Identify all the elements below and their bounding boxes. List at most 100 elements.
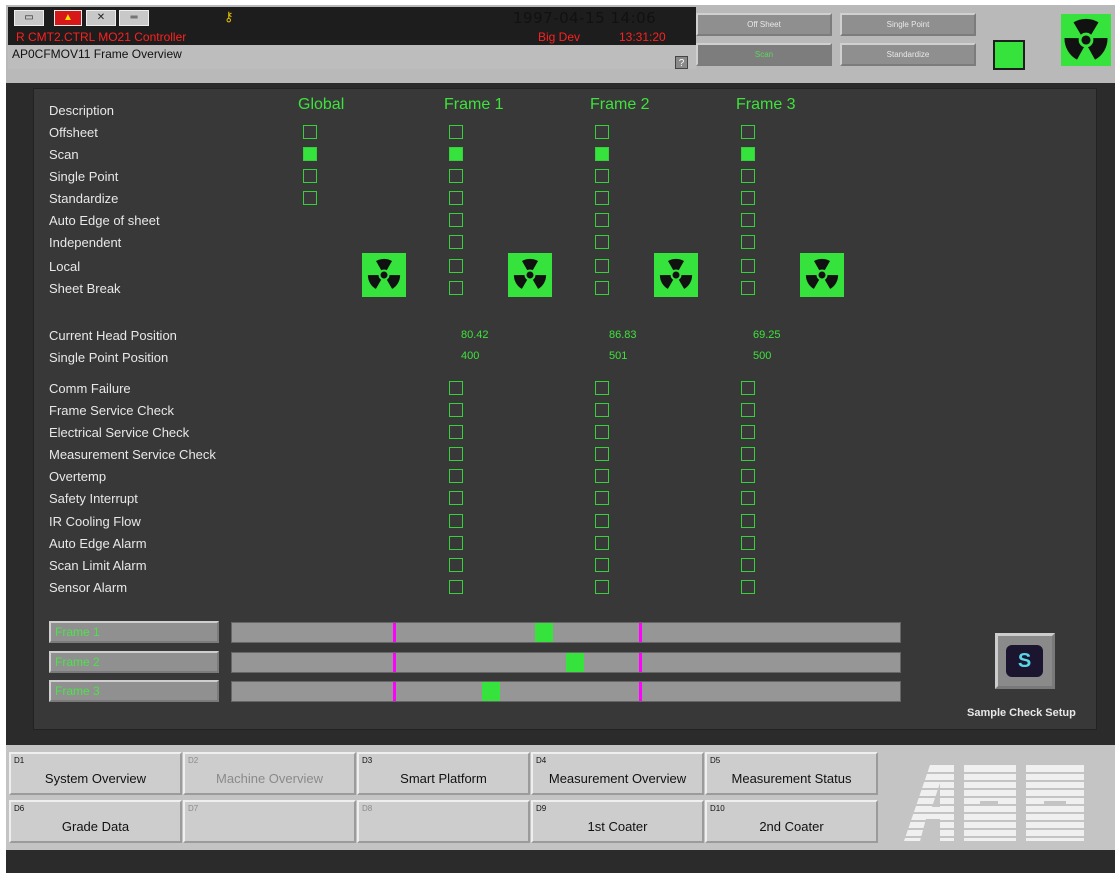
head-position-marker[interactable] (482, 682, 500, 701)
scan-button[interactable]: Scan (696, 43, 832, 66)
alarm-warning-icon[interactable]: ▲ (54, 10, 82, 26)
frame1-button[interactable]: Frame 1 (49, 621, 219, 643)
frame2-track (231, 652, 901, 673)
frame2-indicator (595, 147, 609, 161)
row-label-scan-limit: Scan Limit Alarm (49, 558, 147, 573)
row-label-offsheet: Offsheet (49, 125, 98, 140)
frame1-indicator (449, 491, 463, 505)
nav-machine-overview[interactable]: D2 Machine Overview (183, 752, 356, 795)
edge-marker (639, 653, 642, 672)
ack-icon[interactable]: ═ (119, 10, 149, 26)
nav-key: D4 (536, 756, 547, 765)
nav-system-overview[interactable]: D1 System Overview (9, 752, 182, 795)
global-offsheet-indicator (303, 125, 317, 139)
nav-key: D7 (188, 804, 199, 813)
nav-smart-platform[interactable]: D3 Smart Platform (357, 752, 530, 795)
key-icon[interactable]: ⚷ (224, 9, 234, 25)
edge-marker (639, 682, 642, 701)
nav-measurement-overview[interactable]: D4 Measurement Overview (531, 752, 704, 795)
radiation-icon (1061, 14, 1111, 66)
global-single-point-indicator (303, 169, 317, 183)
column-header-frame2: Frame 2 (590, 96, 650, 113)
row-label-current-head: Current Head Position (49, 328, 177, 343)
frame2-indicator (595, 425, 609, 439)
edge-marker (393, 682, 396, 701)
row-label-overtemp: Overtemp (49, 469, 107, 484)
frame3-indicator (741, 580, 755, 594)
frame1-indicator (449, 169, 463, 183)
row-label-electrical-service: Electrical Service Check (49, 425, 190, 440)
frame1-indicator (449, 447, 463, 461)
frame3-indicator (741, 147, 755, 161)
frame3-indicator (741, 235, 755, 249)
edge-marker (393, 623, 396, 642)
row-label-independent: Independent (49, 235, 122, 250)
frame2-indicator (595, 191, 609, 205)
radiation-icon (800, 253, 844, 297)
frame2-indicator (595, 580, 609, 594)
row-label-description: Description (49, 103, 115, 118)
frame2-indicator (595, 558, 609, 572)
row-label-ir-cooling: IR Cooling Flow (49, 514, 141, 529)
nav-label: Grade Data (61, 819, 130, 834)
row-label-safety-interrupt: Safety Interrupt (49, 491, 138, 506)
nav-key: D5 (710, 756, 721, 765)
nav-d8[interactable]: D8 (357, 800, 530, 843)
silence-horn-icon[interactable]: ✕ (86, 10, 116, 26)
row-label-measurement-service: Measurement Service Check (49, 447, 216, 462)
frame3-indicator (741, 213, 755, 227)
off-sheet-button[interactable]: Off Sheet (696, 13, 832, 36)
nav-label: Measurement Status (731, 771, 852, 786)
row-label-scan: Scan (49, 147, 79, 162)
frame3-indicator (741, 447, 755, 461)
frame2-indicator (595, 491, 609, 505)
frame3-indicator (741, 169, 755, 183)
edge-marker (393, 653, 396, 672)
nav-2nd-coater[interactable]: D10 2nd Coater (705, 800, 878, 843)
frame1-indicator (449, 536, 463, 550)
abb-logo (896, 763, 1096, 843)
frame2-button[interactable]: Frame 2 (49, 651, 219, 673)
frame1-indicator (449, 425, 463, 439)
frame3-indicator (741, 191, 755, 205)
frame2-indicator (595, 213, 609, 227)
frame2-indicator (595, 514, 609, 528)
nav-1st-coater[interactable]: D9 1st Coater (531, 800, 704, 843)
terminal-icon[interactable]: ▭ (14, 10, 44, 26)
help-button[interactable]: ? (675, 56, 688, 69)
row-label-standardize: Standardize (49, 191, 119, 206)
row-label-sensor-alarm: Sensor Alarm (49, 580, 128, 595)
frame-overview-panel: Description Offsheet Scan Single Point S… (33, 88, 1097, 730)
frame3-track (231, 681, 901, 702)
frame2-current-head: 86.83 (609, 329, 637, 341)
global-scan-indicator (303, 147, 317, 161)
frame3-indicator (741, 491, 755, 505)
standardize-button[interactable]: Standardize (840, 43, 976, 66)
row-label-sheet-break: Sheet Break (49, 281, 121, 296)
nav-label: Machine Overview (216, 771, 323, 786)
nav-label: 2nd Coater (759, 819, 824, 834)
sample-check-setup-button[interactable]: S (995, 633, 1055, 689)
global-standardize-indicator (303, 191, 317, 205)
nav-label: 1st Coater (587, 819, 648, 834)
frame3-indicator (741, 125, 755, 139)
alarm-time: 13:31:20 (619, 30, 666, 44)
toolbar: ▭ ▲ ✕ ═ ⚷ 1997-04-15 14:06 (8, 7, 696, 29)
frame3-single-point: 500 (753, 350, 772, 362)
frame3-button[interactable]: Frame 3 (49, 680, 219, 702)
column-header-global: Global (298, 96, 345, 113)
single-point-button[interactable]: Single Point (840, 13, 976, 36)
head-position-marker[interactable] (535, 623, 553, 642)
head-position-marker[interactable] (566, 653, 584, 672)
frame3-indicator (741, 259, 755, 273)
nav-d7[interactable]: D7 (183, 800, 356, 843)
frame1-indicator (449, 235, 463, 249)
frame3-current-head: 69.25 (753, 329, 781, 341)
frame1-indicator (449, 125, 463, 139)
nav-key: D6 (14, 804, 25, 813)
nav-grade-data[interactable]: D6 Grade Data (9, 800, 182, 843)
alarm-device: Big Dev (538, 30, 581, 44)
alarm-path: R CMT2.CTRL MO21 Controller (16, 30, 187, 44)
frame3-indicator (741, 381, 755, 395)
nav-measurement-status[interactable]: D5 Measurement Status (705, 752, 878, 795)
